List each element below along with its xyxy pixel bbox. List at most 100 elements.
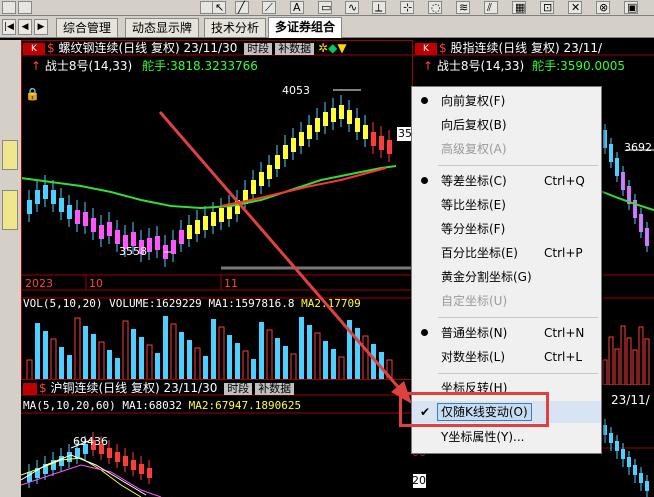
cursor-icon[interactable]: ↖ xyxy=(212,1,226,14)
channel-tool-icon[interactable]: ≋ xyxy=(456,1,470,14)
radio-dot-icon xyxy=(421,177,428,184)
menu-item-label: 自定坐标(U) xyxy=(441,294,508,308)
tab-scroll-left-button[interactable]: |◀ xyxy=(2,19,16,35)
zigzag-tool-icon[interactable]: ∿ xyxy=(345,1,359,14)
pane-frame xyxy=(21,40,413,380)
menu-item-label: 黄金分割坐标(G) xyxy=(441,270,532,284)
menu-item-label: 向前复权(F) xyxy=(441,94,506,108)
tab-scroll-next-button[interactable]: ▶ xyxy=(34,19,48,35)
menu-item-label: 对数坐标(L) xyxy=(441,350,506,364)
line-tool-icon[interactable]: ⟋ xyxy=(262,1,276,14)
menu-item-label: 等比坐标(E) xyxy=(441,198,506,212)
volume-bar xyxy=(602,359,608,385)
menu-item-label: 等分坐标(F) xyxy=(441,222,506,236)
menu-item-normal-axis[interactable]: 普通坐标(N) Ctrl+N xyxy=(412,322,601,344)
menu-item-equal-division-axis[interactable]: 等分坐标(F) xyxy=(412,218,601,240)
radio-dot-icon xyxy=(421,329,428,336)
candle xyxy=(633,465,637,475)
ma-value: MA2:67947.1890625 xyxy=(188,399,302,412)
fib-tool-icon[interactable]: ▦ xyxy=(512,1,526,14)
menu-separator xyxy=(438,317,598,318)
delete-tool-icon[interactable]: ✕ xyxy=(568,1,582,14)
menu-item-shortcut: Ctrl+P xyxy=(544,246,583,260)
candle xyxy=(123,456,128,466)
menu-item-golden-axis[interactable]: 黄金分割坐标(G) xyxy=(412,266,601,288)
pane-header-index: K $ 股指连续(日线 复权) 23/11/ xyxy=(415,41,602,55)
menu-item-log-axis[interactable]: 对数坐标(L) Ctrl+L xyxy=(412,346,601,368)
candles-right-bottom xyxy=(603,419,649,497)
period-box[interactable]: K xyxy=(415,42,437,55)
pane-title: 沪铜连续(日线 复权) 23/11/30 xyxy=(50,381,218,395)
fill-data-button[interactable]: 补数据 xyxy=(255,382,295,395)
ma-header-text: MA(5,10,20,60) MA1:68032 xyxy=(23,399,182,412)
fan-tool-icon[interactable]: ⟂ xyxy=(372,1,386,14)
menu-separator xyxy=(438,373,598,374)
tab-bar: |◀ ◀ ▶ 综合管理 动态显示牌 技术分析 多证券组合 xyxy=(0,16,654,38)
toolbar-button[interactable] xyxy=(2,1,16,14)
menu-item-shortcut: Ctrl+L xyxy=(544,350,583,364)
indicator-value: 舵手:3590.0005 xyxy=(532,59,626,73)
menu-item-arithmetic-axis[interactable]: 等差坐标(C) Ctrl+Q xyxy=(412,170,601,192)
volume-bar xyxy=(644,338,650,385)
tab-multi-security[interactable]: 多证券组合 xyxy=(268,17,343,38)
menu-item-label: 等差坐标(C) xyxy=(441,174,507,188)
line-tool-icon[interactable]: ╱ xyxy=(235,1,249,14)
menu-item-y-axis-properties[interactable]: Y坐标属性(Y)... xyxy=(412,426,601,448)
candle xyxy=(621,449,625,459)
scroll-thumb[interactable] xyxy=(2,190,18,230)
candle xyxy=(107,448,112,458)
highlight-annotation-box xyxy=(399,392,549,427)
left-gutter xyxy=(0,40,21,497)
candle xyxy=(139,464,144,474)
dollar-icon: $ xyxy=(39,381,47,395)
candle xyxy=(131,460,136,470)
menu-item-shortcut: Ctrl+Q xyxy=(544,174,585,188)
tab-technical-analysis[interactable]: 技术分析 xyxy=(204,18,267,37)
menu-item-label: 高级复权(A) xyxy=(441,142,507,156)
candle xyxy=(147,468,152,478)
indicator-header-index: ↑ 战士8号(14,33) 舵手:3590.0005 xyxy=(423,59,625,73)
volume-bar xyxy=(632,349,638,385)
dollar-icon: $ xyxy=(439,41,447,55)
period-tag-button[interactable]: 时段 xyxy=(224,382,253,395)
tab-overview[interactable]: 综合管理 xyxy=(56,18,119,37)
lock-tool-icon[interactable]: ⊡ xyxy=(540,1,554,14)
toolbar-button[interactable] xyxy=(18,1,32,14)
hide-tool-icon[interactable]: ⊗ xyxy=(596,1,610,14)
price-edge-label: 3692 xyxy=(624,141,652,154)
box-tool-icon[interactable]: ▭ xyxy=(318,1,332,14)
volume-bar xyxy=(620,325,626,385)
channel-tool-icon[interactable]: ⫽ xyxy=(484,1,498,14)
menu-item-backward-adjust[interactable]: 向后复权(B) xyxy=(412,114,601,136)
menu-item-label: 向后复权(B) xyxy=(441,118,507,132)
color-tool-icon[interactable]: ▣ xyxy=(624,1,638,14)
menu-item-label: Y坐标属性(Y)... xyxy=(441,430,525,444)
tab-dynamic-board[interactable]: 动态显示牌 xyxy=(125,18,200,37)
text-tool-icon[interactable]: A xyxy=(290,1,304,14)
cycle-tool-icon[interactable]: ◌ xyxy=(428,1,442,14)
menu-item-custom-axis: 自定坐标(U) xyxy=(412,290,601,312)
candle xyxy=(645,481,649,491)
period-box[interactable] xyxy=(23,382,37,395)
volume-bar xyxy=(638,326,644,385)
menu-item-percent-axis[interactable]: 百分比坐标(E) Ctrl+P xyxy=(412,242,601,264)
axis-label: 68220 xyxy=(413,474,426,488)
candle xyxy=(639,473,643,483)
volume-bar xyxy=(608,336,614,385)
gann-tool-icon[interactable]: ⊹ xyxy=(400,1,414,14)
menu-item-forward-adjust[interactable]: 向前复权(F) xyxy=(412,90,601,112)
volume-bar xyxy=(614,348,620,385)
volume-bars-index xyxy=(602,325,650,385)
menu-item-ratio-axis[interactable]: 等比坐标(E) xyxy=(412,194,601,216)
menu-item-shortcut: Ctrl+N xyxy=(544,326,585,340)
ma-header-copper: MA(5,10,20,60) MA1:68032 MA2:67947.18906… xyxy=(23,399,301,413)
chart-pane-copper[interactable]: $ 沪铜连续(日线 复权) 23/11/30 时段 补数据 MA(5,10,20,… xyxy=(21,380,413,497)
candle xyxy=(603,425,607,435)
menu-item-label: 普通坐标(N) xyxy=(441,326,508,340)
menu-item-label: 百分比坐标(E) xyxy=(441,246,518,260)
tab-scroll-prev-button[interactable]: ◀ xyxy=(18,19,32,35)
candle xyxy=(615,441,619,451)
candle xyxy=(115,452,120,462)
menu-separator xyxy=(438,165,598,166)
scroll-thumb[interactable] xyxy=(2,140,18,170)
